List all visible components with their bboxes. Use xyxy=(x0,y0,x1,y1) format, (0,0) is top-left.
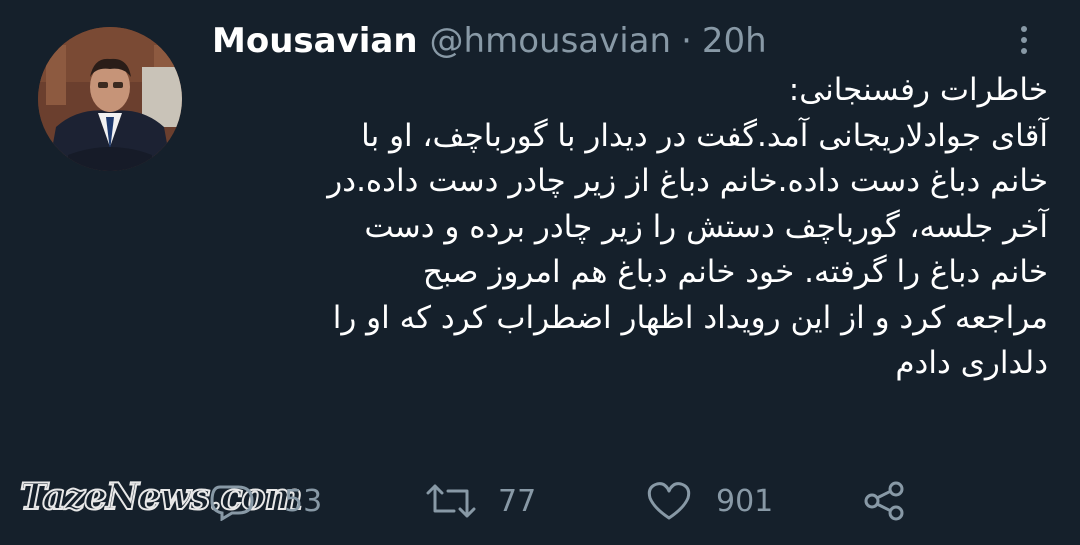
more-dot xyxy=(1021,48,1027,54)
like-button[interactable]: 901 xyxy=(646,470,773,532)
action-bar: TazeNews.com 53 77 901 xyxy=(0,470,1080,532)
reply-count: 53 xyxy=(284,483,323,519)
tweet-text-line: مراجعه کرد و از این رویداد اظهار اضطراب … xyxy=(332,299,1048,336)
share-button[interactable] xyxy=(862,470,908,532)
heart-icon xyxy=(647,482,691,520)
tweet-text-line: دلداری دادم xyxy=(895,345,1048,381)
like-count: 901 xyxy=(716,483,774,519)
tweet-text-line: آخر جلسه، گورباچف دستش را زیر چادر برده … xyxy=(364,208,1048,245)
tweet-text-line: خاطرات رفسنجانی: xyxy=(788,72,1048,108)
timestamp[interactable]: 20h xyxy=(702,21,767,61)
tweet-text-line: خانم دباغ دست داده.خانم دباغ از زیر چادر… xyxy=(327,163,1048,199)
tweet-text: خاطرات رفسنجانی: آقای جوادلاریجانی آمد.گ… xyxy=(212,68,1048,387)
more-dot xyxy=(1021,37,1027,43)
retweet-icon xyxy=(426,484,476,518)
retweet-button[interactable]: 77 xyxy=(424,470,536,532)
header-separator: · xyxy=(681,21,692,61)
tweet-card: Mousavian @hmousavian · 20h خاطرات رفسنج… xyxy=(0,0,1080,545)
more-vertical-icon[interactable] xyxy=(1010,20,1038,60)
reply-button[interactable]: 53 xyxy=(206,470,322,532)
reply-icon xyxy=(210,485,254,521)
retweet-count: 77 xyxy=(498,483,537,519)
tweet-text-line: خانم دباغ را گرفته. خود خانم دباغ هم امر… xyxy=(422,254,1048,290)
user-handle[interactable]: @hmousavian xyxy=(430,21,672,61)
avatar[interactable] xyxy=(38,27,182,171)
tweet-header: Mousavian @hmousavian · 20h xyxy=(212,16,767,66)
more-dot xyxy=(1021,26,1027,32)
avatar-image xyxy=(38,27,182,171)
display-name[interactable]: Mousavian xyxy=(212,21,418,61)
share-icon xyxy=(864,481,904,521)
tweet-text-line: آقای جوادلاریجانی آمد.گفت در دیدار با گو… xyxy=(361,117,1048,154)
